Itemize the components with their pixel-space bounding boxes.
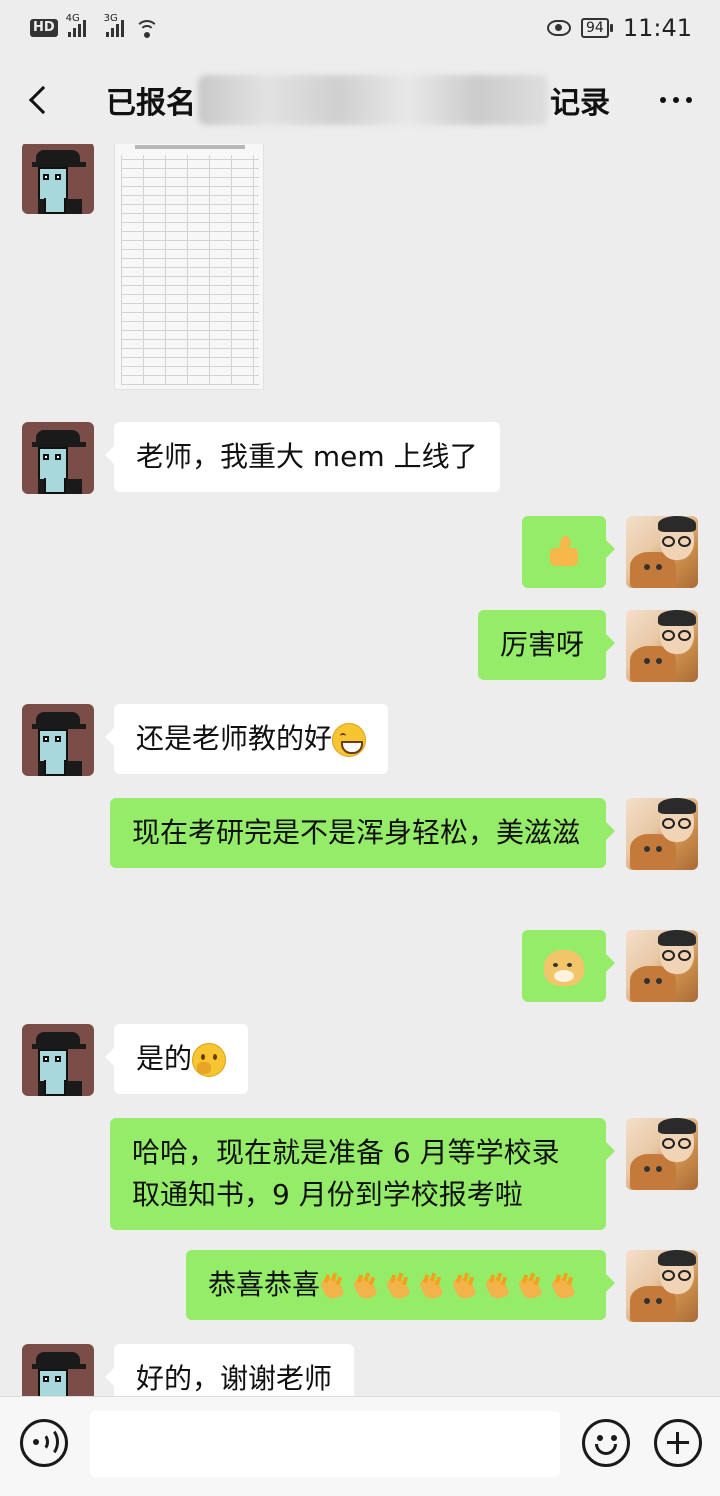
- my-avatar[interactable]: [626, 798, 698, 870]
- thinking-face-icon: [192, 1043, 227, 1077]
- status-right: 94 11:41: [547, 14, 692, 42]
- contact-avatar[interactable]: [22, 704, 94, 776]
- message-row: 是的: [0, 1024, 720, 1104]
- message-row: 好的，谢谢老师: [0, 1344, 720, 1396]
- smiley-icon: [597, 1435, 603, 1441]
- image-message[interactable]: [114, 144, 264, 390]
- message-bubble-outgoing[interactable]: 现在考研完是不是浑身轻松，美滋滋: [110, 798, 615, 868]
- message-row: 还是老师教的好: [0, 704, 720, 784]
- more-options-button[interactable]: [660, 56, 692, 144]
- contact-avatar[interactable]: [22, 422, 94, 494]
- chat-title-suffix: 记录: [550, 86, 610, 121]
- contact-avatar[interactable]: [22, 1024, 94, 1096]
- chat-title-prefix: 已报名: [106, 86, 196, 121]
- clapping-hands-icon: [452, 1271, 481, 1301]
- chat-title: 已报名 记录: [106, 56, 616, 144]
- signal-icon: 4G: [66, 13, 86, 37]
- message-text: 是的: [136, 1042, 193, 1075]
- signal-label: 3G: [103, 13, 118, 24]
- message-row: 恭喜恭喜: [0, 1250, 720, 1330]
- doge-icon: [544, 950, 584, 986]
- message-bubble-incoming[interactable]: 老师，我重大 mem 上线了: [105, 422, 500, 492]
- clapping-hands-icon: [518, 1271, 547, 1301]
- input-bar: [0, 1396, 720, 1496]
- back-button[interactable]: [0, 56, 80, 144]
- contact-avatar[interactable]: [22, 144, 94, 214]
- blurred-title-area: [198, 75, 548, 125]
- message-row: 厉害呀: [0, 610, 720, 690]
- my-avatar[interactable]: [626, 1250, 698, 1322]
- clock: 11:41: [622, 14, 692, 42]
- my-avatar[interactable]: [626, 930, 698, 1002]
- thumbs-up-icon: [546, 534, 582, 570]
- message-input[interactable]: [90, 1411, 560, 1477]
- eye-comfort-icon: [547, 20, 571, 36]
- hd-badge: HD: [30, 19, 58, 37]
- message-row: [0, 516, 720, 596]
- clapping-hands-icon: [551, 1271, 580, 1301]
- signal-label: 4G: [65, 13, 80, 24]
- clapping-hands-icon: [419, 1271, 448, 1301]
- message-text: 哈哈，现在就是准备 6 月等学校录取通知书，9 月份到学校报考啦: [132, 1136, 560, 1211]
- chat-header: 已报名 记录: [0, 56, 720, 144]
- voice-input-button[interactable]: [20, 1419, 68, 1467]
- message-bubble-outgoing[interactable]: 哈哈，现在就是准备 6 月等学校录取通知书，9 月份到学校报考啦: [110, 1118, 615, 1230]
- message-bubble-outgoing[interactable]: 厉害呀: [477, 610, 616, 680]
- message-row: [0, 930, 720, 1010]
- chevron-left-icon: [28, 85, 58, 115]
- signal-icon: 3G: [104, 13, 124, 37]
- laughing-tears-icon: [332, 723, 367, 757]
- message-text: 还是老师教的好: [136, 722, 333, 755]
- message-bubble-incoming[interactable]: 是的: [104, 1024, 249, 1094]
- clapping-hands-icon: [386, 1271, 415, 1301]
- message-list[interactable]: 老师，我重大 mem 上线了 厉害呀 还是老师教的好 现在考研完是不是浑身轻松，…: [0, 144, 720, 1396]
- emoji-button[interactable]: [582, 1419, 630, 1467]
- contact-avatar[interactable]: [22, 1344, 94, 1396]
- message-row: 老师，我重大 mem 上线了: [0, 422, 720, 502]
- message-row: 哈哈，现在就是准备 6 月等学校录取通知书，9 月份到学校报考啦: [0, 1118, 720, 1232]
- message-text: 好的，谢谢老师: [136, 1362, 333, 1395]
- clapping-hands-icon: [485, 1271, 514, 1301]
- message-bubble-outgoing[interactable]: 恭喜恭喜: [185, 1250, 616, 1320]
- my-avatar[interactable]: [626, 610, 698, 682]
- more-dots-icon: [660, 97, 666, 103]
- message-bubble-outgoing[interactable]: [522, 516, 615, 588]
- status-bar: HD 4G 3G 94 11:41: [0, 0, 720, 56]
- battery-icon: 94: [581, 18, 613, 38]
- clapping-hands-icon: [320, 1271, 349, 1301]
- clapping-hands-icon: [353, 1271, 382, 1301]
- message-row: [0, 144, 720, 402]
- message-bubble-outgoing[interactable]: [522, 930, 615, 1002]
- message-text: 厉害呀: [499, 628, 584, 661]
- message-text: 现在考研完是不是浑身轻松，美滋滋: [132, 816, 581, 849]
- my-avatar[interactable]: [626, 516, 698, 588]
- message-bubble-incoming[interactable]: 还是老师教的好: [104, 704, 389, 774]
- message-text: 老师，我重大 mem 上线了: [136, 440, 478, 473]
- more-actions-button[interactable]: [654, 1419, 702, 1467]
- message-row: 现在考研完是不是浑身轻松，美滋滋: [0, 798, 720, 912]
- message-text: 恭喜恭喜: [207, 1268, 320, 1301]
- my-avatar[interactable]: [626, 1118, 698, 1190]
- wifi-icon: [134, 18, 160, 38]
- message-bubble-incoming[interactable]: 好的，谢谢老师: [104, 1344, 355, 1396]
- status-left: HD 4G 3G: [30, 13, 160, 38]
